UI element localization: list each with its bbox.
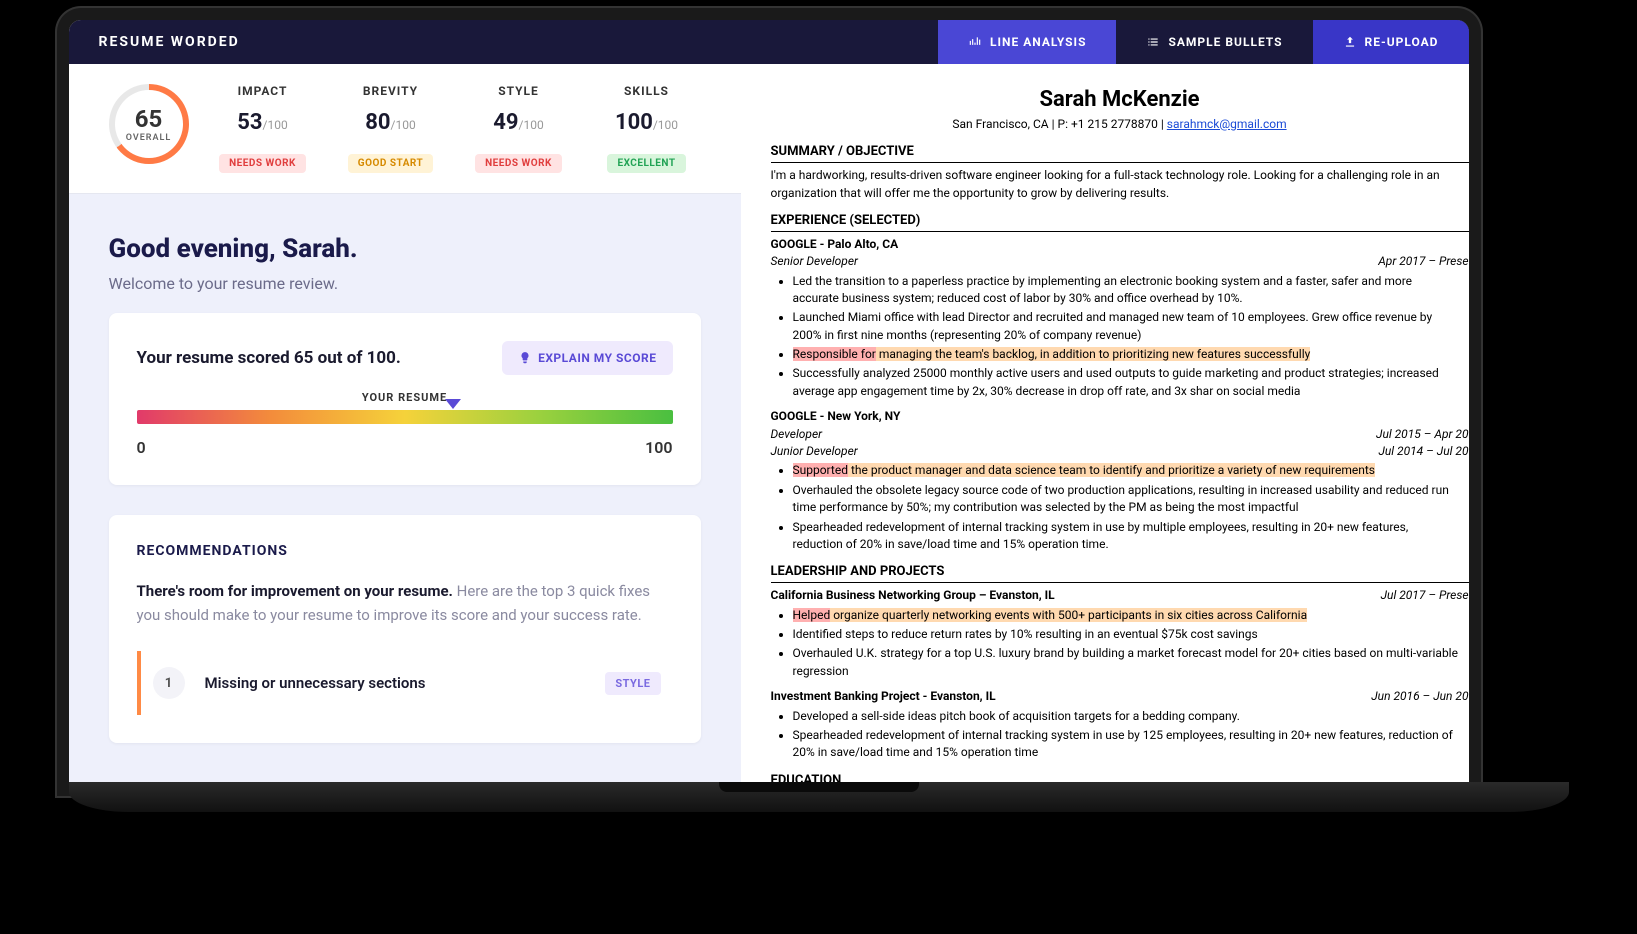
upload-icon: [1343, 35, 1357, 49]
job1-company: GOOGLE - Palo Alto, CA: [771, 236, 899, 253]
resume-section-experience: EXPERIENCE (SELECTED): [771, 212, 1469, 232]
recommendation-item[interactable]: 1 Missing or unnecessary sections STYLE: [137, 651, 673, 715]
highlight-weak-verb: Supported: [793, 463, 848, 477]
overall-score: 65 OVERALL: [99, 84, 199, 173]
top-navbar: RESUME WORDED LINE ANALYSIS SAMPLE BULLE…: [69, 20, 1469, 64]
proj2-bullets: Developed a sell-side ideas pitch book o…: [771, 708, 1469, 762]
rec-tag: STYLE: [605, 672, 660, 695]
style-status-pill: NEEDS WORK: [475, 154, 562, 173]
job2-company: GOOGLE - New York, NY: [771, 408, 901, 425]
impact-score: IMPACT 53/100 NEEDS WORK: [199, 84, 327, 173]
resume-section-summary: SUMMARY / OBJECTIVE: [771, 143, 1469, 163]
skills-score: SKILLS 100/100 EXCELLENT: [583, 84, 711, 173]
brevity-status-pill: GOOD START: [348, 154, 433, 173]
line-analysis-tab[interactable]: LINE ANALYSIS: [938, 20, 1116, 64]
resume-summary-text: I'm a hardworking, results-driven softwa…: [771, 167, 1469, 202]
re-upload-tab[interactable]: RE-UPLOAD: [1313, 20, 1469, 64]
impact-value: 53: [237, 110, 262, 135]
resume-contact: San Francisco, CA | P: +1 215 2778870 | …: [771, 116, 1469, 133]
skills-status-pill: EXCELLENT: [607, 154, 685, 173]
analysis-panel: 65 OVERALL IMPACT 53/100 NEEDS WORK BREV…: [69, 64, 741, 784]
proj1-bullets: Helped organize quarterly networking eve…: [771, 607, 1469, 681]
job2-bullets: Supported the product manager and data s…: [771, 462, 1469, 553]
resume-name: Sarah McKenzie: [771, 84, 1469, 116]
style-value: 49: [493, 110, 518, 135]
score-strip: 65 OVERALL IMPACT 53/100 NEEDS WORK BREV…: [69, 64, 741, 194]
gauge-min: 0: [137, 438, 146, 457]
proj1-title: California Business Networking Group – E…: [771, 587, 1055, 604]
greeting: Good evening, Sarah. Welcome to your res…: [69, 194, 741, 313]
line-analysis-icon: [968, 35, 982, 49]
lightbulb-icon: [518, 351, 532, 365]
highlight-weak-verb: Helped: [793, 608, 831, 622]
explain-score-button[interactable]: EXPLAIN MY SCORE: [502, 341, 672, 375]
impact-status-pill: NEEDS WORK: [219, 154, 306, 173]
impact-title: IMPACT: [199, 84, 327, 98]
job1-date: Apr 2017 – Prese: [1378, 253, 1468, 270]
recommendations-card: RECOMMENDATIONS There's room for improve…: [109, 515, 701, 743]
re-upload-label: RE-UPLOAD: [1365, 35, 1439, 49]
recommendations-heading: RECOMMENDATIONS: [137, 543, 673, 559]
resume-email-link[interactable]: sarahmck@gmail.com: [1167, 117, 1287, 131]
resume-section-leadership: LEADERSHIP AND PROJECTS: [771, 563, 1469, 583]
style-score: STYLE 49/100 NEEDS WORK: [455, 84, 583, 173]
gauge-label: YOUR RESUME: [137, 391, 673, 404]
greeting-title: Good evening, Sarah.: [109, 234, 701, 264]
sample-bullets-tab[interactable]: SAMPLE BULLETS: [1116, 20, 1312, 64]
job1-role: Senior Developer: [771, 253, 858, 270]
brand-logo: RESUME WORDED: [69, 20, 270, 64]
highlight-weak-verb: Responsible for: [793, 347, 876, 361]
overall-score-label: OVERALL: [126, 133, 171, 143]
brevity-title: BREVITY: [327, 84, 455, 98]
overall-score-value: 65: [135, 105, 163, 133]
score-ring: 65 OVERALL: [109, 84, 189, 164]
proj2-title: Investment Banking Project - Evanston, I…: [771, 688, 996, 705]
greeting-subtitle: Welcome to your resume review.: [109, 274, 701, 293]
brevity-score: BREVITY 80/100 GOOD START: [327, 84, 455, 173]
resume-preview[interactable]: Sarah McKenzie San Francisco, CA | P: +1…: [741, 64, 1469, 784]
score-gauge: [137, 410, 673, 424]
rec-number: 1: [153, 667, 185, 699]
gauge-pointer-icon: [445, 399, 461, 409]
skills-title: SKILLS: [583, 84, 711, 98]
brevity-value: 80: [365, 110, 390, 135]
score-headline: Your resume scored 65 out of 100.: [137, 348, 401, 368]
skills-value: 100: [615, 110, 653, 135]
line-analysis-label: LINE ANALYSIS: [990, 35, 1086, 49]
gauge-max: 100: [645, 438, 672, 457]
rec-text: Missing or unnecessary sections: [205, 674, 586, 692]
list-icon: [1146, 35, 1160, 49]
style-title: STYLE: [455, 84, 583, 98]
job1-bullets: Led the transition to a paperless practi…: [771, 273, 1469, 401]
recommendations-intro: There's room for improvement on your res…: [137, 579, 673, 627]
sample-bullets-label: SAMPLE BULLETS: [1168, 35, 1282, 49]
score-card: Your resume scored 65 out of 100. EXPLAI…: [109, 313, 701, 485]
